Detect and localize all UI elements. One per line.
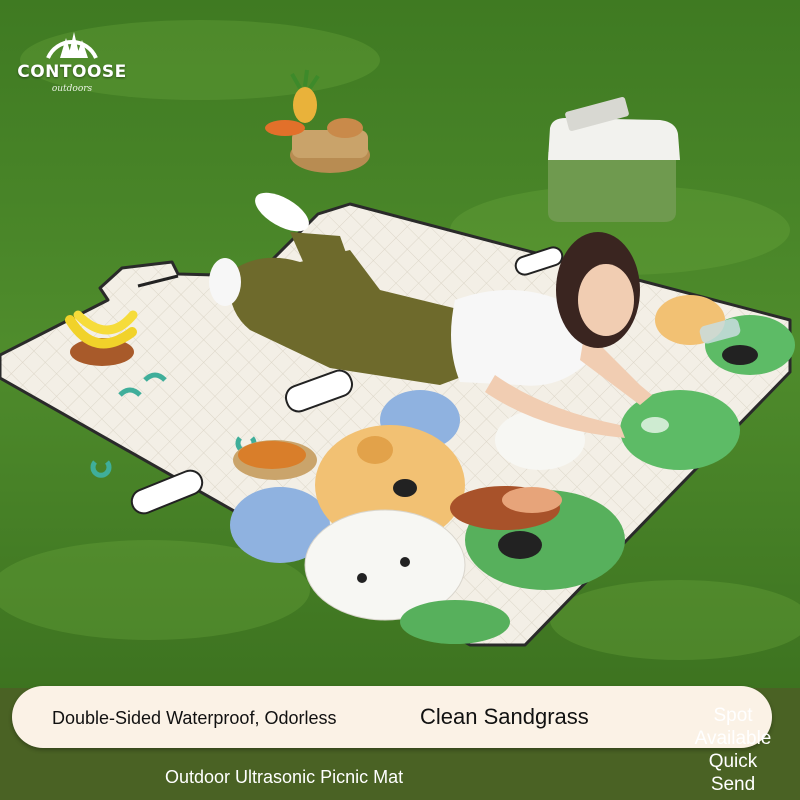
tree-emblem-icon <box>46 32 98 59</box>
bread-tray <box>233 440 317 480</box>
product-photo <box>0 0 800 690</box>
feature-material-text: Clean Sandgrass <box>420 704 589 729</box>
availability-line: Send <box>710 774 756 795</box>
availability-line: Spot <box>713 705 753 726</box>
brand-name: CONTOOSE <box>17 62 127 82</box>
availability-line: Quick <box>708 751 758 772</box>
product-name: Outdoor Ultrasonic Picnic Mat <box>165 767 404 787</box>
availability-badge: Spot Available Quick Send <box>672 704 794 796</box>
brand-tagline: outdoors <box>51 84 93 94</box>
brand-logo: CONTOOSE outdoors <box>10 24 134 102</box>
feature-waterproof-text: Double-Sided Waterproof, Odorless <box>52 708 337 728</box>
availability-line: Available <box>694 728 772 749</box>
